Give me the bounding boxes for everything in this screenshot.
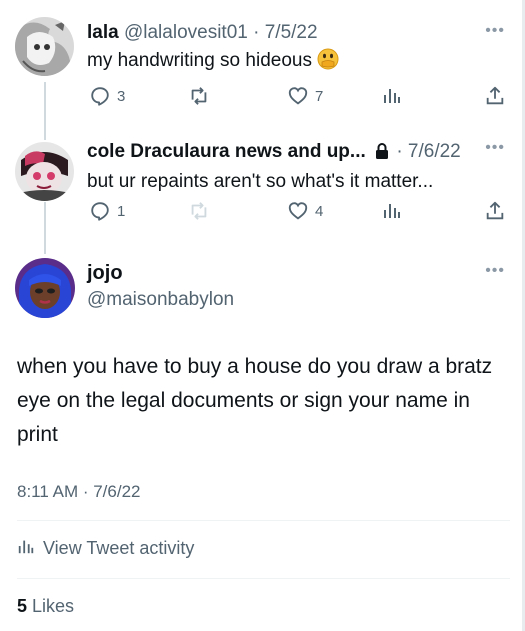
retweet-icon [188, 85, 210, 107]
reply-tweet[interactable]: lala @lalalovesit01 · 7/5/22 my handwrit… [87, 21, 505, 77]
heart-icon [287, 85, 309, 107]
like-count: 7 [315, 87, 324, 105]
heart-icon [287, 200, 309, 222]
reply-author-name[interactable]: cole Draculaura news and up... [87, 141, 366, 162]
thread-connector [44, 202, 46, 254]
reply-icon [89, 85, 111, 107]
reply-icon [89, 200, 111, 222]
more-horizontal-icon[interactable]: ••• [485, 22, 505, 40]
retweet-button[interactable] [188, 85, 216, 107]
reply-tweet[interactable]: cole Draculaura news and up... · 7/6/22 … [87, 140, 505, 194]
like-button[interactable]: 7 [287, 85, 323, 107]
reply-author-name[interactable]: lala [87, 22, 119, 43]
more-horizontal-icon[interactable]: ••• [485, 139, 505, 157]
avatar[interactable] [15, 142, 74, 201]
like-button[interactable]: 4 [287, 200, 323, 222]
reply-count: 1 [117, 202, 126, 220]
share-button[interactable] [484, 200, 506, 222]
face-with-hand-over-mouth-icon [317, 48, 339, 77]
separator: · [396, 141, 403, 162]
view-tweet-activity-link[interactable]: View Tweet activity [17, 537, 194, 560]
analytics-icon [17, 537, 43, 560]
likes-count: 5 [17, 596, 28, 616]
reply-date[interactable]: 7/5/22 [265, 22, 318, 43]
avatar[interactable] [15, 17, 74, 76]
tweet-text: when you have to buy a house do you draw… [17, 355, 493, 446]
analytics-button[interactable] [382, 200, 402, 220]
analytics-button[interactable] [382, 85, 402, 105]
reply-text: my handwriting so hideous [87, 48, 505, 77]
divider [17, 520, 510, 521]
reply-header: cole Draculaura news and up... · 7/6/22 [87, 140, 505, 166]
lock-icon [375, 142, 389, 166]
author-name[interactable]: jojo [87, 262, 123, 285]
avatar[interactable] [15, 258, 75, 318]
tweet-timestamp[interactable]: 8:11 AM · 7/6/22 [17, 482, 140, 502]
likes-link[interactable]: 5 Likes [17, 596, 74, 617]
activity-label: View Tweet activity [43, 538, 195, 558]
analytics-icon [382, 200, 402, 220]
author-handle[interactable]: @maisonbabylon [87, 289, 234, 311]
reply-count: 3 [117, 87, 126, 105]
reply-button[interactable]: 3 [89, 85, 125, 107]
retweet-button [188, 200, 216, 222]
thread-connector [44, 82, 46, 140]
retweet-icon [188, 200, 210, 222]
reply-author-handle[interactable]: @lalalovesit01 [124, 22, 248, 43]
reply-date[interactable]: 7/6/22 [408, 141, 461, 162]
separator: · [253, 22, 260, 43]
like-count: 4 [315, 202, 324, 220]
reply-text: but ur repaints aren't so what's it matt… [87, 171, 434, 192]
reply-header: lala @lalalovesit01 · 7/5/22 [87, 21, 505, 45]
analytics-icon [382, 85, 402, 105]
reply-text-content: my handwriting so hideous [87, 50, 312, 71]
share-button[interactable] [484, 85, 506, 107]
divider [17, 578, 510, 579]
share-icon [484, 85, 506, 107]
reply-button[interactable]: 1 [89, 200, 125, 222]
more-horizontal-icon[interactable]: ••• [485, 262, 505, 280]
reply-actions: 3 7 [89, 85, 509, 109]
likes-label: Likes [32, 596, 75, 616]
share-icon [484, 200, 506, 222]
reply-actions: 1 4 [89, 200, 509, 224]
